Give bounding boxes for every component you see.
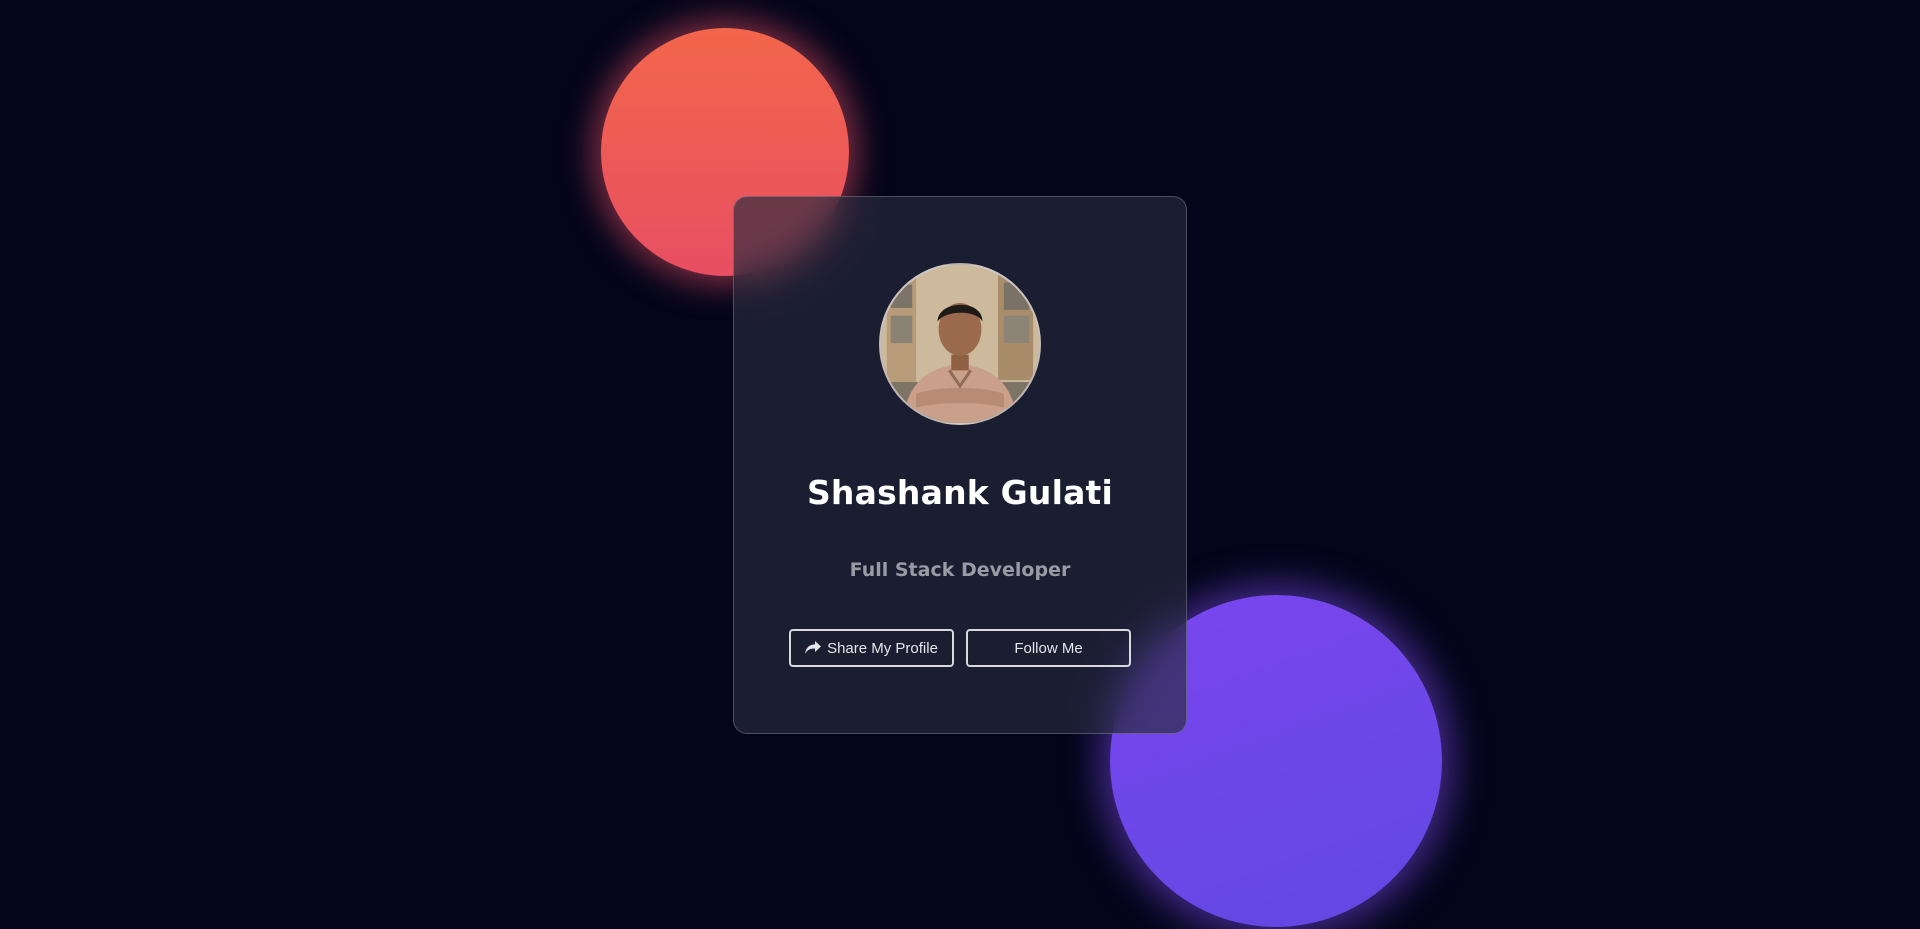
share-icon <box>805 641 822 655</box>
profile-role: Full Stack Developer <box>849 559 1071 581</box>
profile-card: Shashank Gulati Full Stack Developer Sha… <box>733 196 1187 734</box>
share-profile-label: Share My Profile <box>827 639 938 657</box>
avatar <box>879 263 1041 425</box>
follow-button[interactable]: Follow Me <box>966 629 1131 667</box>
follow-label: Follow Me <box>1014 639 1083 657</box>
profile-name: Shashank Gulati <box>806 473 1114 512</box>
page-background: Shashank Gulati Full Stack Developer Sha… <box>0 0 1920 929</box>
avatar-photo <box>881 265 1039 423</box>
share-profile-button[interactable]: Share My Profile <box>789 629 954 667</box>
